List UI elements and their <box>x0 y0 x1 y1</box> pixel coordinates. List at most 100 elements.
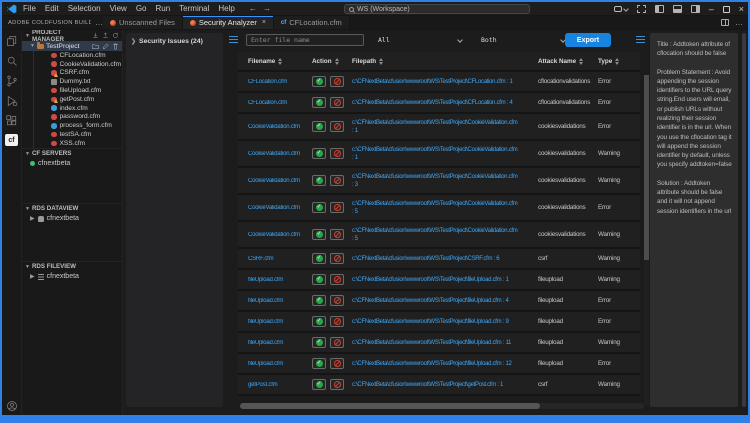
export-button[interactable]: Export <box>565 33 611 47</box>
issue-filename-link[interactable]: fileUpload.cfm <box>248 298 312 304</box>
issue-row[interactable]: CFLocation.cfm ✓ c:\CFNextBeta\cfusion\w… <box>238 93 640 114</box>
project-file-item[interactable]: CookieValidation.cfm <box>34 60 122 69</box>
rds-dataview-item[interactable]: ▶ cfnextbeta <box>22 214 122 224</box>
command-center-search[interactable]: WS (Workspace) <box>344 4 530 14</box>
issue-filename-link[interactable]: CookieValidation.cfm <box>248 205 312 211</box>
export-project-icon[interactable] <box>102 32 109 39</box>
issue-filepath-link[interactable]: c:\CFNextBeta\cfusion\wwwroot\WS\TestPro… <box>352 227 538 243</box>
issue-row[interactable]: fileUpload.cfm ✓ c:\CFNextBeta\cfusion\w… <box>238 333 640 354</box>
issue-row[interactable]: fileUpload.cfm ✓ c:\CFNextBeta\cfusion\w… <box>238 354 640 375</box>
source-control-icon[interactable] <box>5 74 18 87</box>
issue-row[interactable]: fileUpload.cfm ✓ c:\CFNextBeta\cfusion\w… <box>238 291 640 312</box>
menu-run[interactable]: Run <box>155 4 170 13</box>
ignore-issue-button[interactable] <box>330 337 344 348</box>
accept-issue-button[interactable]: ✓ <box>312 337 326 348</box>
accept-issue-button[interactable]: ✓ <box>312 175 326 186</box>
issue-filename-link[interactable]: fileUpload.cfm <box>248 319 312 325</box>
issue-row[interactable]: CookieValidation.cfm ✓ c:\CFNextBeta\cfu… <box>238 195 640 222</box>
accept-issue-button[interactable]: ✓ <box>312 148 326 159</box>
accept-issue-button[interactable]: ✓ <box>312 121 326 132</box>
security-issues-header[interactable]: ❯ Security Issues (24) <box>131 38 218 45</box>
tab-security-analyzer[interactable]: Security Analyzer × <box>183 16 274 29</box>
explorer-icon[interactable] <box>5 34 18 47</box>
details-scrollbar[interactable] <box>742 33 746 407</box>
issue-filepath-link[interactable]: c:\CFNextBeta\cfusion\wwwroot\WS\TestPro… <box>352 119 538 135</box>
ignore-issue-button[interactable] <box>330 379 344 390</box>
account-icon[interactable] <box>6 399 19 412</box>
menu-go[interactable]: Go <box>136 4 147 13</box>
ignore-issue-button[interactable] <box>330 97 344 108</box>
issue-filepath-link[interactable]: c:\CFNextBeta\cfusion\wwwroot\WS\TestPro… <box>352 297 538 305</box>
issue-filepath-link[interactable]: c:\CFNextBeta\cfusion\wwwroot\WS\TestPro… <box>352 360 538 368</box>
run-debug-icon[interactable] <box>5 94 18 107</box>
issue-filepath-link[interactable]: c:\CFNextBeta\cfusion\wwwroot\WS\TestPro… <box>352 146 538 162</box>
accept-issue-button[interactable]: ✓ <box>312 253 326 264</box>
issue-filepath-link[interactable]: c:\CFNextBeta\cfusion\wwwroot\WS\TestPro… <box>352 339 538 347</box>
ignore-issue-button[interactable] <box>330 175 344 186</box>
accept-issue-button[interactable]: ✓ <box>312 316 326 327</box>
issue-filepath-link[interactable]: c:\CFNextBeta\cfusion\wwwroot\WS\TestPro… <box>352 200 538 216</box>
tab-cflocation[interactable]: cf CFLocation.cfm <box>274 16 350 29</box>
ignore-issue-button[interactable] <box>330 253 344 264</box>
issue-filename-link[interactable]: CookieValidation.cfm <box>248 151 312 157</box>
ignore-issue-button[interactable] <box>330 274 344 285</box>
issue-row[interactable]: fileUpload.cfm ✓ c:\CFNextBeta\cfusion\w… <box>238 270 640 291</box>
project-file-item[interactable]: process_form.cfm <box>34 121 122 130</box>
import-project-icon[interactable] <box>92 32 99 39</box>
issue-filepath-link[interactable]: c:\CFNextBeta\cfusion\wwwroot\WS\TestPro… <box>352 318 538 326</box>
issue-row[interactable]: CSRF.cfm ✓ c:\CFNextBeta\cfusion\wwwroot… <box>238 249 640 270</box>
issue-filename-link[interactable]: getPost.cfm <box>248 382 312 388</box>
split-editor-icon[interactable] <box>721 19 729 26</box>
issue-filename-link[interactable]: fileUpload.cfm <box>248 340 312 346</box>
issue-row[interactable]: CFLocation.cfm ✓ c:\CFNextBeta\cfusion\w… <box>238 72 640 93</box>
ignore-issue-button[interactable] <box>330 358 344 369</box>
issue-row[interactable]: CookieValidation.cfm ✓ c:\CFNextBeta\cfu… <box>238 222 640 249</box>
copilot-icon[interactable] <box>614 6 628 12</box>
ignore-issue-button[interactable] <box>330 148 344 159</box>
rds-fileview-item[interactable]: ▶ cfnextbeta <box>22 272 122 282</box>
left-menu-icon[interactable] <box>229 36 238 43</box>
minimize-button[interactable]: – <box>709 5 714 14</box>
accept-issue-button[interactable]: ✓ <box>312 274 326 285</box>
rds-dataview-header[interactable]: ▼ RDS DATAVIEW <box>22 203 122 214</box>
issue-row[interactable]: fileUpload.cfm ✓ c:\CFNextBeta\cfusion\w… <box>238 312 640 333</box>
new-folder-icon[interactable] <box>92 43 99 50</box>
table-horizontal-scrollbar[interactable] <box>240 403 644 409</box>
ignore-issue-button[interactable] <box>330 316 344 327</box>
ignore-issue-button[interactable] <box>330 202 344 213</box>
issue-filepath-link[interactable]: c:\CFNextBeta\cfusion\wwwroot\WS\TestPro… <box>352 255 538 263</box>
issue-filepath-link[interactable]: c:\CFNextBeta\cfusion\wwwroot\WS\TestPro… <box>352 78 538 86</box>
details-menu-icon[interactable] <box>636 36 645 43</box>
cf-servers-header[interactable]: ▼ CF SERVERS <box>22 148 122 159</box>
back-arrow-icon[interactable]: ← <box>249 4 257 13</box>
rds-fileview-header[interactable]: ▼ RDS FILEVIEW <box>22 261 122 272</box>
ignore-issue-button[interactable] <box>330 121 344 132</box>
editor-actions-icon[interactable]: … <box>735 20 743 26</box>
column-action[interactable]: Action <box>312 58 352 65</box>
close-button[interactable]: × <box>739 5 744 14</box>
menu-file[interactable]: File <box>23 4 36 13</box>
column-type[interactable]: Type <box>598 58 634 65</box>
search-icon[interactable] <box>5 54 18 67</box>
type-filter-select[interactable]: All <box>375 34 465 46</box>
project-file-item[interactable]: password.cfm <box>34 113 122 122</box>
issue-filepath-link[interactable]: c:\CFNextBeta\cfusion\wwwroot\WS\TestPro… <box>352 173 538 189</box>
issue-row[interactable]: CookieValidation.cfm ✓ c:\CFNextBeta\cfu… <box>238 168 640 195</box>
project-file-item[interactable]: Dummy.txt <box>34 77 122 86</box>
accept-issue-button[interactable]: ✓ <box>312 229 326 240</box>
sidebar-more-icon[interactable]: … <box>95 18 103 27</box>
issue-row[interactable]: CookieValidation.cfm ✓ c:\CFNextBeta\cfu… <box>238 114 640 141</box>
column-attack-name[interactable]: Attack Name <box>538 58 598 65</box>
coldfusion-builder-icon[interactable]: cf <box>5 134 18 146</box>
delete-icon[interactable] <box>112 43 119 50</box>
toggle-sidebar-icon[interactable] <box>655 5 664 13</box>
project-file-item[interactable]: fileUpload.cfm <box>34 86 122 95</box>
restore-button[interactable] <box>723 6 730 13</box>
menu-edit[interactable]: Edit <box>45 4 59 13</box>
project-file-item[interactable]: CFLocation.cfm <box>34 51 122 60</box>
issue-row[interactable]: getPost.cfm ✓ c:\CFNextBeta\cfusion\wwwr… <box>238 375 640 396</box>
issue-filepath-link[interactable]: c:\CFNextBeta\cfusion\wwwroot\WS\TestPro… <box>352 276 538 284</box>
accept-issue-button[interactable]: ✓ <box>312 379 326 390</box>
issue-filename-link[interactable]: fileUpload.cfm <box>248 277 312 283</box>
forward-arrow-icon[interactable]: → <box>263 4 271 13</box>
